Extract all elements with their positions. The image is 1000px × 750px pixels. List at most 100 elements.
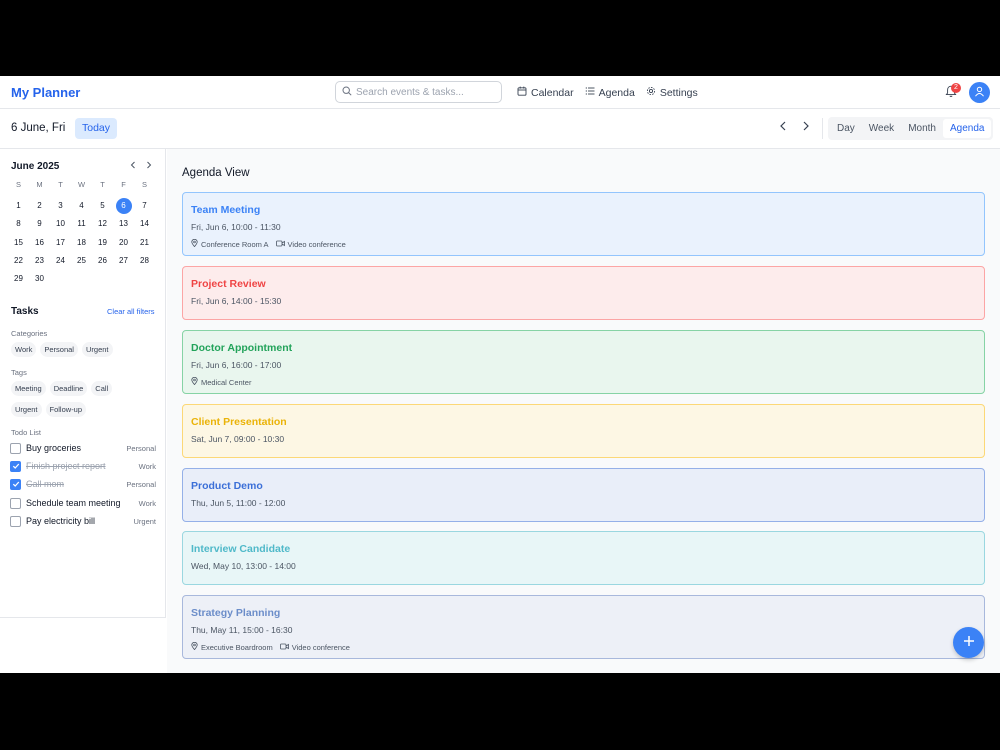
weekday-label: T <box>58 180 63 189</box>
add-event-button[interactable] <box>953 627 984 658</box>
event-card[interactable]: Doctor Appointment Fri, Jun 6, 16:00 - 1… <box>182 330 985 394</box>
avatar[interactable] <box>969 82 990 103</box>
event-time: Fri, Jun 6, 14:00 - 15:30 <box>191 296 282 306</box>
mini-calendar-title: June 2025 <box>11 161 60 172</box>
calendar-day[interactable]: 23 <box>29 252 50 270</box>
mini-calendar-next-icon[interactable] <box>146 161 152 172</box>
event-title: Strategy Planning <box>191 607 281 619</box>
tasks-heading: Tasks <box>11 306 39 317</box>
agenda-title: Agenda View <box>182 167 250 179</box>
calendar-day[interactable]: 22 <box>8 252 29 270</box>
event-card[interactable]: Team Meeting Fri, Jun 6, 10:00 - 11:30 C… <box>182 192 985 256</box>
app-title[interactable]: My Planner <box>11 85 80 100</box>
nav-agenda[interactable]: Agenda <box>585 86 635 99</box>
calendar-day[interactable]: 11 <box>71 215 92 233</box>
todo-checkbox[interactable] <box>10 515 21 527</box>
calendar-day[interactable]: 16 <box>29 234 50 252</box>
weekday-label: T <box>100 180 105 189</box>
calendar-day[interactable]: 15 <box>8 234 29 252</box>
calendar-icon <box>517 86 527 99</box>
sidebar: June 2025 S M T W T F S 1 2 3 4 5 6 7 8 9 10 11 12 13 14 15 16… <box>0 149 166 618</box>
weekday-label: W <box>77 180 86 189</box>
nav-calendar-label: Calendar <box>531 86 574 99</box>
event-time: Sat, Jun 7, 09:00 - 10:30 <box>191 434 285 444</box>
search-input[interactable] <box>356 86 494 98</box>
tag-chip[interactable]: Follow-up <box>45 402 87 417</box>
tag-chip[interactable]: Deadline <box>49 381 88 396</box>
event-card[interactable]: Interview Candidate Wed, May 10, 13:00 -… <box>182 531 985 585</box>
calendar-day[interactable]: 26 <box>92 252 113 270</box>
calendar-day[interactable]: 19 <box>92 234 113 252</box>
todo-item[interactable]: Pay electricity bill Urgent <box>10 514 156 528</box>
todo-item[interactable]: Schedule team meeting Work <box>10 496 156 510</box>
clear-filters-link[interactable]: Clear all filters <box>107 307 155 316</box>
calendar-day[interactable]: 30 <box>29 270 50 288</box>
chevron-left-icon[interactable] <box>779 121 787 134</box>
calendar-day[interactable]: 25 <box>71 252 92 270</box>
todo-checkbox[interactable] <box>10 497 21 509</box>
todo-category: Work <box>138 461 156 471</box>
chevron-right-icon[interactable] <box>802 121 810 134</box>
event-time: Wed, May 10, 13:00 - 14:00 <box>191 561 296 571</box>
event-card[interactable]: Project Review Fri, Jun 6, 14:00 - 15:30 <box>182 266 985 320</box>
calendar-day[interactable]: 7 <box>134 197 155 215</box>
todo-item[interactable]: Call mom Personal <box>10 477 156 491</box>
calendar-day[interactable]: 17 <box>50 234 71 252</box>
tag-chip[interactable]: Meeting <box>11 381 46 396</box>
tags-label: Tags <box>11 368 27 377</box>
todo-item[interactable]: Finish project report Work <box>10 459 156 473</box>
mini-calendar-prev-icon[interactable] <box>130 161 136 172</box>
calendar-day[interactable]: 20 <box>113 234 134 252</box>
top-bar: My Planner Calendar Agenda Settings <box>0 76 1000 109</box>
calendar-day[interactable]: 3 <box>50 197 71 215</box>
date-toolbar: 6 June, Fri Today Day Week Month Agenda <box>0 109 1000 149</box>
calendar-day[interactable]: 1 <box>8 197 29 215</box>
calendar-day-selected[interactable]: 6 <box>115 198 132 215</box>
calendar-day[interactable]: 5 <box>92 197 113 215</box>
calendar-day[interactable]: 10 <box>50 215 71 233</box>
calendar-day[interactable]: 21 <box>134 234 155 252</box>
tag-chip[interactable]: Call <box>91 381 113 396</box>
event-title: Project Review <box>191 278 266 290</box>
event-title: Product Demo <box>191 480 263 492</box>
calendar-day[interactable]: 14 <box>134 215 155 233</box>
calendar-day[interactable]: 29 <box>8 270 29 288</box>
user-icon <box>974 84 985 102</box>
calendar-day[interactable]: 4 <box>71 197 92 215</box>
calendar-day[interactable]: 24 <box>50 252 71 270</box>
category-chip[interactable]: Personal <box>40 342 78 357</box>
calendar-day[interactable]: 2 <box>29 197 50 215</box>
nav-calendar[interactable]: Calendar <box>517 86 574 99</box>
map-pin-icon <box>191 376 198 387</box>
nav-settings[interactable]: Settings <box>646 86 698 99</box>
tag-chip[interactable]: Urgent <box>11 402 42 417</box>
calendar-day[interactable]: 12 <box>92 215 113 233</box>
todo-category: Personal <box>126 479 156 489</box>
view-week-button[interactable]: Week <box>862 119 901 138</box>
category-chip[interactable]: Urgent <box>81 342 113 357</box>
calendar-day[interactable]: 8 <box>8 215 29 233</box>
calendar-day[interactable]: 27 <box>113 252 134 270</box>
view-month-button[interactable]: Month <box>901 119 943 138</box>
event-card[interactable]: Product Demo Thu, Jun 5, 11:00 - 12:00 <box>182 468 985 522</box>
view-day-button[interactable]: Day <box>830 119 862 138</box>
today-button[interactable]: Today <box>75 118 117 139</box>
event-card[interactable]: Client Presentation Sat, Jun 7, 09:00 - … <box>182 404 985 458</box>
calendar-day[interactable]: 18 <box>71 234 92 252</box>
category-chip[interactable]: Work <box>11 342 37 357</box>
search-box[interactable] <box>335 81 502 103</box>
todo-checkbox[interactable] <box>10 478 21 490</box>
todo-category: Personal <box>126 443 156 453</box>
weekday-label: S <box>141 180 147 189</box>
notification-badge: 2 <box>951 83 961 93</box>
event-card[interactable]: Strategy Planning Thu, May 11, 15:00 - 1… <box>182 595 985 659</box>
todo-item[interactable]: Buy groceries Personal <box>10 441 156 455</box>
todo-checkbox[interactable] <box>10 460 21 472</box>
view-agenda-button[interactable]: Agenda <box>942 119 992 138</box>
todo-checkbox[interactable] <box>10 442 21 454</box>
event-location: Executive Boardroom <box>201 642 273 652</box>
calendar-day[interactable]: 13 <box>113 215 134 233</box>
mini-calendar-grid: S M T W T F S 1 2 3 4 5 6 7 8 9 10 11 12 13 14 15 16 17 18 19 20 21… <box>8 179 155 288</box>
calendar-day[interactable]: 28 <box>134 252 155 270</box>
calendar-day[interactable]: 9 <box>29 215 50 233</box>
